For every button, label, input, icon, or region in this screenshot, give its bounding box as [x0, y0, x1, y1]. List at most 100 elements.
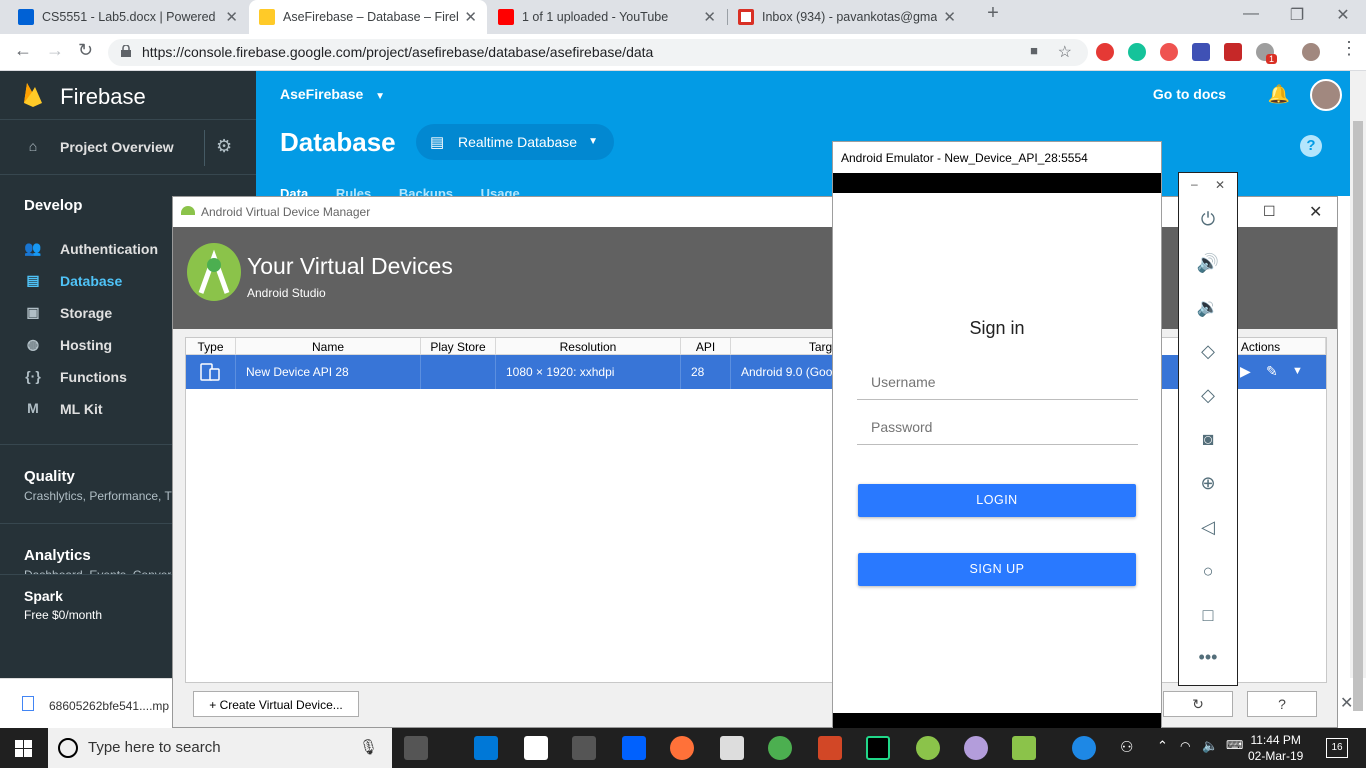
back-icon[interactable]: ←: [14, 40, 32, 61]
sidebar-item-storage[interactable]: ▣ Storage: [24, 304, 112, 322]
android-studio-icon[interactable]: [916, 736, 940, 760]
home-icon[interactable]: ○: [1179, 561, 1237, 582]
windows-start-icon[interactable]: [15, 740, 32, 757]
microphone-icon[interactable]: 🎙: [359, 738, 378, 756]
new-tab-button[interactable]: +: [970, 2, 1016, 25]
sign-up-button[interactable]: SIGN UP: [858, 553, 1136, 586]
refresh-button[interactable]: ↻: [1163, 691, 1233, 717]
scrollbar-thumb[interactable]: [1353, 121, 1363, 711]
sidebar-item-hosting[interactable]: ◍ Hosting: [24, 336, 112, 354]
camera-icon[interactable]: ■: [1030, 43, 1038, 58]
close-icon[interactable]: ✕: [943, 8, 956, 26]
maximize-button[interactable]: ☐: [1263, 203, 1276, 220]
quality-heading[interactable]: Quality: [24, 468, 75, 485]
develop-heading[interactable]: Develop: [24, 197, 82, 214]
close-icon[interactable]: ✕: [703, 8, 716, 26]
column-header[interactable]: Play Store: [421, 338, 496, 355]
forward-icon[interactable]: →: [46, 40, 64, 61]
rotate-right-icon[interactable]: ◇: [1179, 385, 1237, 406]
download-file-name[interactable]: 68605262bfe541....mp: [49, 699, 169, 713]
close-window-button[interactable]: ✕: [1320, 5, 1366, 25]
avatar[interactable]: [1310, 79, 1342, 111]
play-icon[interactable]: ▶: [1240, 363, 1251, 380]
clock[interactable]: 11:44 PM 02-Mar-19: [1248, 732, 1303, 764]
tab-gmail[interactable]: Inbox (934) - pavankotas@gmail. ✕: [728, 0, 966, 34]
login-button[interactable]: LOGIN: [858, 484, 1136, 517]
create-virtual-device-button[interactable]: + Create Virtual Device...: [193, 691, 359, 717]
power-icon[interactable]: ⏻: [1179, 209, 1237, 230]
github-desktop-icon[interactable]: [964, 736, 988, 760]
extension-icon[interactable]: [1160, 43, 1178, 61]
emulator-icon[interactable]: [1012, 736, 1036, 760]
chevron-up-icon[interactable]: ⌃: [1157, 738, 1168, 754]
notification-icon[interactable]: 16: [1326, 738, 1348, 758]
close-button[interactable]: ✕: [1309, 202, 1322, 222]
rotate-left-icon[interactable]: ◇: [1179, 341, 1237, 362]
zotero-icon[interactable]: [1192, 43, 1210, 61]
store-icon[interactable]: [572, 736, 596, 760]
chevron-down-icon[interactable]: ▼: [1292, 365, 1303, 377]
database-selector[interactable]: ▤ Realtime Database ▼: [416, 124, 614, 160]
extension-icon[interactable]: [1224, 43, 1242, 61]
volume-up-icon[interactable]: 🔊: [1179, 253, 1237, 274]
url-input[interactable]: https://console.firebase.google.com/proj…: [108, 39, 1088, 66]
mail-icon[interactable]: [720, 736, 744, 760]
edge-icon[interactable]: [474, 736, 498, 760]
sidebar-item-functions[interactable]: {·} Functions: [24, 368, 127, 386]
page-scrollbar[interactable]: [1350, 71, 1366, 711]
webstorm-icon[interactable]: [866, 736, 890, 760]
taskbar-search-input[interactable]: Type here to search 🎙: [48, 728, 392, 768]
more-icon[interactable]: •••: [1179, 647, 1237, 668]
adblock-icon[interactable]: [1096, 43, 1114, 61]
column-header[interactable]: Type: [186, 338, 236, 355]
volume-down-icon[interactable]: 🔉: [1179, 297, 1237, 318]
tab-box[interactable]: CS5551 - Lab5.docx | Powered by ✕: [8, 0, 248, 34]
keyboard-icon[interactable]: ⌨: [1226, 738, 1243, 752]
sidebar-item-database[interactable]: ▤ Database: [24, 272, 122, 290]
project-overview-link[interactable]: ⌂ Project Overview: [24, 138, 174, 156]
menu-icon[interactable]: ⋮: [1340, 38, 1358, 59]
sidebar-item-ml-kit[interactable]: M ML Kit: [24, 400, 102, 418]
help-icon[interactable]: ?: [1300, 135, 1322, 157]
dropbox-icon[interactable]: [622, 736, 646, 760]
reload-icon[interactable]: ↻: [78, 40, 93, 61]
amazon-icon[interactable]: [524, 736, 548, 760]
column-header[interactable]: Name: [236, 338, 421, 355]
analytics-heading[interactable]: Analytics: [24, 547, 91, 564]
username-field[interactable]: Username: [857, 366, 1138, 400]
chrome-icon[interactable]: [768, 736, 792, 760]
close-icon[interactable]: ✕: [464, 8, 477, 26]
back-icon[interactable]: ◁: [1179, 517, 1237, 538]
camera-icon[interactable]: ◙: [1179, 429, 1237, 450]
go-to-docs-link[interactable]: Go to docs: [1153, 86, 1226, 102]
sidebar-item-authentication[interactable]: 👥 Authentication: [24, 240, 158, 258]
column-header[interactable]: Resolution: [496, 338, 681, 355]
zoom-icon[interactable]: ⊕: [1179, 473, 1237, 494]
bell-icon[interactable]: 🔔: [1268, 84, 1290, 105]
edit-icon[interactable]: ✎: [1266, 363, 1278, 380]
overview-icon[interactable]: □: [1179, 605, 1237, 626]
grammarly-icon[interactable]: [1128, 43, 1146, 61]
close-download-bar-icon[interactable]: ✕: [1340, 693, 1353, 713]
avatar[interactable]: [1302, 43, 1320, 61]
help-icon[interactable]: [1072, 736, 1096, 760]
task-view-icon[interactable]: [404, 736, 428, 760]
powerpoint-icon[interactable]: [818, 736, 842, 760]
wifi-icon[interactable]: ◠: [1180, 739, 1190, 753]
minimize-button[interactable]: —: [1228, 5, 1274, 23]
help-button[interactable]: ?: [1247, 691, 1317, 717]
volume-icon[interactable]: 🔈: [1202, 738, 1218, 754]
gear-icon[interactable]: ⚙: [216, 136, 232, 157]
tab-youtube[interactable]: 1 of 1 uploaded - YouTube ✕: [488, 0, 726, 34]
project-selector[interactable]: AseFirebase ▼: [280, 86, 385, 102]
minimize-button[interactable]: –: [1191, 177, 1198, 191]
firebase-logo[interactable]: Firebase: [24, 83, 146, 110]
firefox-icon[interactable]: [670, 736, 694, 760]
people-icon[interactable]: ⚇: [1120, 738, 1133, 756]
close-button[interactable]: ✕: [1215, 178, 1225, 192]
password-field[interactable]: Password: [857, 411, 1138, 445]
tab-firebase[interactable]: AseFirebase – Database – Firebas ✕: [249, 0, 487, 34]
close-icon[interactable]: ✕: [225, 8, 238, 26]
column-header[interactable]: API: [681, 338, 731, 355]
restore-button[interactable]: ❐: [1274, 5, 1320, 25]
